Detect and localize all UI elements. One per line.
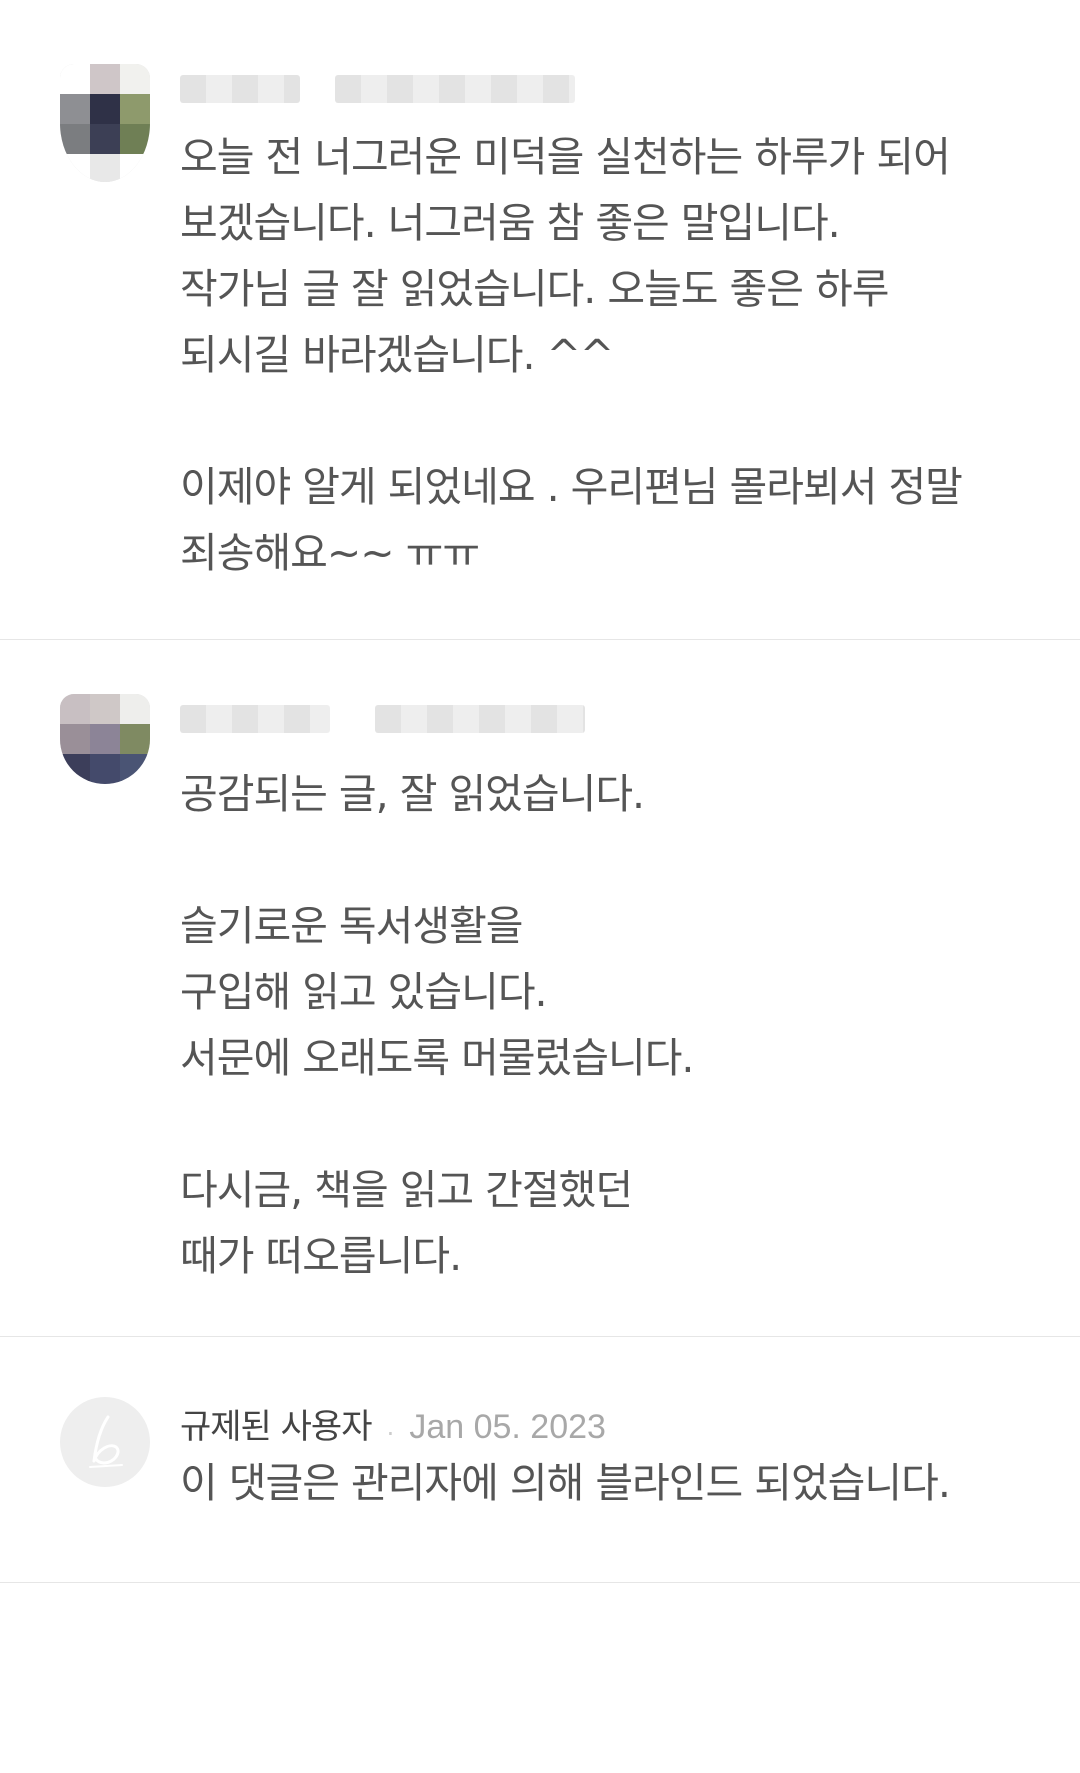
comment-meta (180, 62, 576, 103)
comment-meta (180, 692, 586, 733)
comment-item: 오늘 전 너그러운 미덕을 실천하는 하루가 되어 보겠습니다. 너그러움 참 … (0, 0, 1080, 640)
comment-meta: 규제된 사용자 · Jan 05. 2023 (180, 1399, 606, 1448)
comment-item: 공감되는 글, 잘 읽었습니다. 슬기로운 독서생활을 구입해 읽고 있습니다.… (0, 640, 1080, 1337)
comment-body: 이 댓글은 관리자에 의해 블라인드 되었습니다. (180, 1450, 1040, 1516)
user-avatar[interactable] (60, 64, 150, 182)
comment-body: 공감되는 글, 잘 읽었습니다. 슬기로운 독서생활을 구입해 읽고 있습니다.… (180, 761, 1040, 1289)
comment-date: Jan 05. 2023 (409, 1408, 606, 1446)
comment-paragraph: 공감되는 글, 잘 읽었습니다. (180, 770, 645, 818)
user-avatar[interactable] (60, 694, 150, 784)
comment-paragraph: 이제야 알게 되었네요 . 우리편님 몰라뵈서 정말 죄송해요~~ ㅠㅠ (180, 463, 963, 577)
comment-body: 오늘 전 너그러운 미덕을 실천하는 하루가 되어 보겠습니다. 너그러움 참 … (180, 124, 1040, 586)
redacted-date (375, 704, 586, 733)
brunch-b-logo-icon (89, 1415, 123, 1468)
redacted-author-name (180, 74, 300, 103)
comment-author[interactable]: 규제된 사용자 (180, 1407, 372, 1447)
comment-paragraph: 이 댓글은 관리자에 의해 블라인드 되었습니다. (180, 1459, 951, 1507)
meta-separator: · (386, 1419, 395, 1448)
default-avatar[interactable] (60, 1397, 150, 1487)
comment-paragraph: 슬기로운 독서생활을 구입해 읽고 있습니다. 서문에 오래도록 머물렀습니다. (180, 902, 694, 1082)
comment-paragraph: 오늘 전 너그러운 미덕을 실천하는 하루가 되어 보겠습니다. 너그러움 참 … (180, 133, 951, 379)
comment-paragraph: 다시금, 책을 읽고 간절했던 때가 떠오릅니다. (180, 1166, 633, 1280)
redacted-author-name (180, 704, 330, 733)
comment-item: 규제된 사용자 · Jan 05. 2023 이 댓글은 관리자에 의해 블라인… (0, 1337, 1080, 1583)
redacted-date (335, 74, 576, 103)
